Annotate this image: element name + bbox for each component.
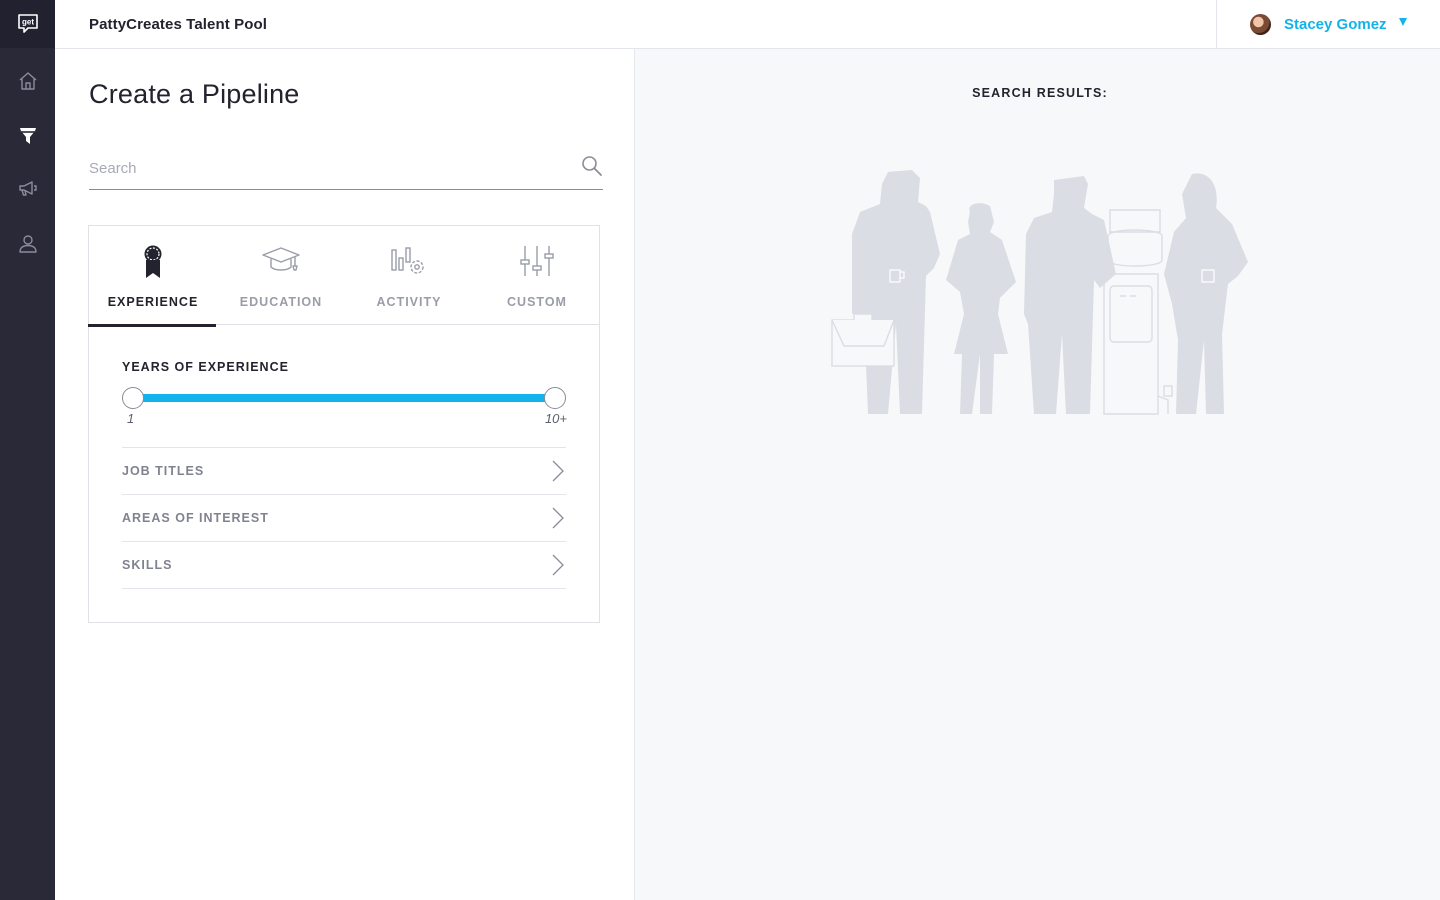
search-icon[interactable] — [581, 155, 603, 177]
section-areas-of-interest[interactable]: AREAS OF INTEREST — [122, 495, 566, 542]
people-at-water-cooler-illustration — [831, 170, 1248, 415]
avatar — [1250, 14, 1271, 35]
tab-education[interactable]: EDUCATION — [217, 226, 345, 325]
home-icon — [19, 72, 36, 90]
tab-label: EDUCATION — [239, 295, 323, 309]
section-label: JOB TITLES — [122, 464, 205, 478]
chevron-right-icon — [552, 460, 564, 482]
ribbon-icon — [144, 245, 162, 278]
tab-custom[interactable]: CUSTOM — [473, 226, 601, 325]
megaphone-icon — [18, 181, 37, 196]
years-of-experience-label: YEARS OF EXPERIENCE — [122, 360, 289, 374]
section-label: SKILLS — [122, 558, 173, 572]
tab-label: ACTIVITY — [376, 295, 442, 309]
tab-label: EXPERIENCE — [107, 295, 199, 309]
page-title: Create a Pipeline — [89, 79, 300, 109]
top-bar: PattyCreates Talent Pool Stacey Gomez — [55, 0, 1440, 49]
graduation-cap-icon — [262, 247, 300, 271]
search-results-panel: SEARCH RESULTS: — [635, 49, 1440, 900]
tab-activity[interactable]: ACTIVITY — [345, 226, 473, 325]
user-menu[interactable]: Stacey Gomez — [1216, 0, 1440, 48]
section-label: AREAS OF INTEREST — [122, 511, 269, 525]
filter-section-list: JOB TITLES AREAS OF INTEREST SKILLS — [122, 447, 566, 589]
user-name: Stacey Gomez — [1284, 16, 1387, 33]
slider-max-label: 10+ — [544, 411, 567, 426]
app-logo[interactable]: get — [0, 0, 55, 48]
search-input[interactable] — [89, 155, 559, 181]
section-skills[interactable]: SKILLS — [122, 542, 566, 589]
chevron-right-icon — [552, 554, 564, 576]
filter-tabs: EXPERIENCE EDUCATION ACTIVITY CUSTOM — [88, 226, 601, 327]
logo-icon: get — [17, 14, 38, 33]
slider-min-handle[interactable] — [122, 387, 144, 409]
app-title: PattyCreates Talent Pool — [89, 16, 268, 33]
slider-min-label: 1 — [127, 411, 135, 426]
pipeline-builder-panel: Create a Pipeline EXPERIENCE — [55, 49, 635, 900]
nav-home[interactable] — [0, 56, 55, 106]
svg-text:get: get — [22, 18, 34, 27]
funnel-icon — [19, 128, 36, 144]
slider-track — [132, 394, 556, 402]
sliders-icon — [520, 246, 554, 276]
search-field — [89, 149, 603, 190]
tab-label: CUSTOM — [507, 295, 567, 309]
slider-max-handle[interactable] — [544, 387, 566, 409]
section-job-titles[interactable]: JOB TITLES — [122, 448, 566, 495]
nav-profile[interactable] — [0, 219, 55, 269]
chevron-right-icon — [552, 507, 564, 529]
filter-card: EXPERIENCE EDUCATION ACTIVITY CUSTOM YEA… — [88, 225, 600, 623]
user-icon — [18, 235, 37, 253]
years-range-slider[interactable] — [122, 387, 566, 409]
nav-pipeline[interactable] — [0, 111, 55, 161]
nav-campaigns[interactable] — [0, 164, 55, 214]
sidebar-rail: get — [0, 0, 55, 900]
tab-experience[interactable]: EXPERIENCE — [88, 226, 217, 327]
search-results-label: SEARCH RESULTS: — [972, 86, 1108, 100]
activity-chart-icon — [391, 247, 424, 274]
caret-down-icon — [1399, 18, 1407, 26]
